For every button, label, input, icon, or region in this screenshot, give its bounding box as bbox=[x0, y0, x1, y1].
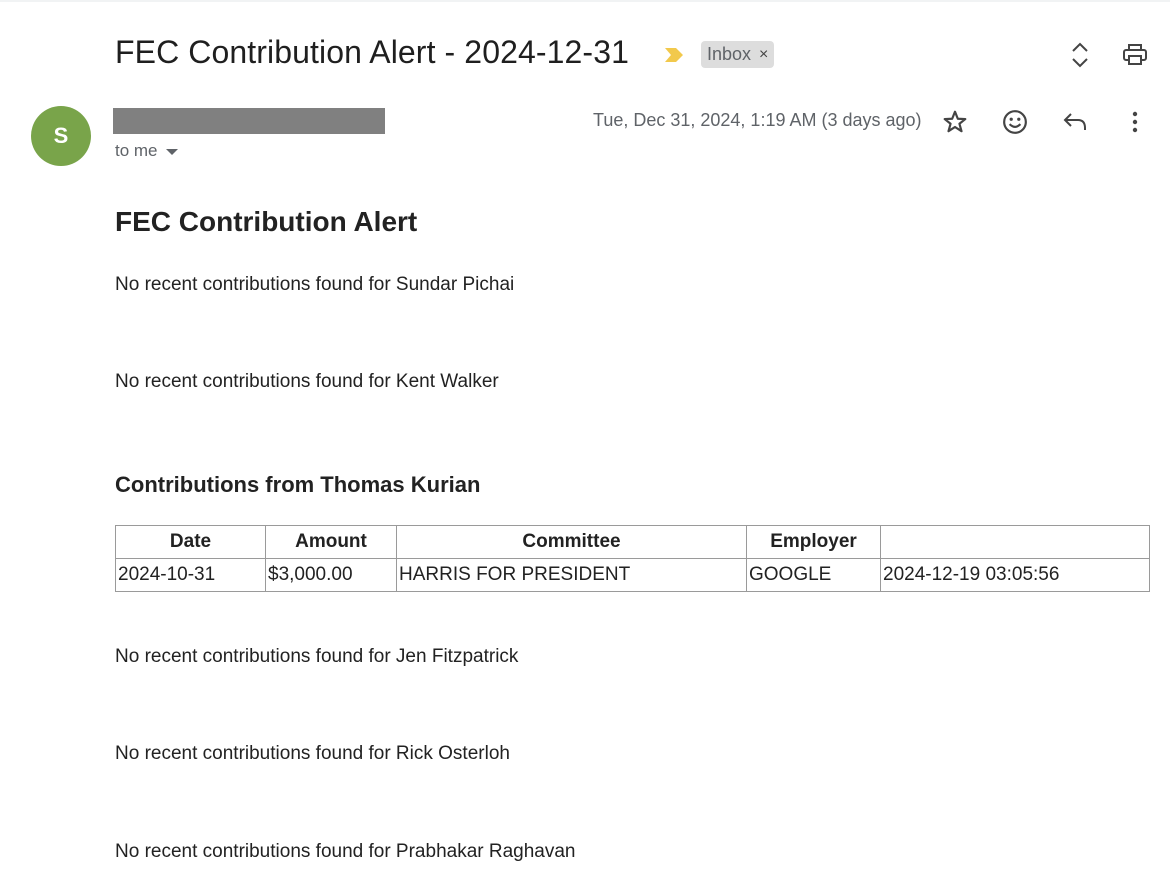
top-divider bbox=[0, 0, 1170, 2]
expand-collapse-icon[interactable] bbox=[1065, 40, 1095, 70]
remove-label-button[interactable]: × bbox=[759, 46, 768, 64]
section-heading: Contributions from Thomas Kurian bbox=[115, 472, 481, 497]
no-contrib-line: No recent contributions found for Kent W… bbox=[115, 371, 499, 392]
table-cell: $3,000.00 bbox=[265, 558, 397, 592]
inbox-label-chip: Inbox × bbox=[701, 41, 775, 68]
caret-down-icon bbox=[165, 149, 178, 155]
print-icon[interactable] bbox=[1120, 40, 1150, 70]
emoji-reaction-icon[interactable] bbox=[1000, 107, 1030, 137]
star-icon[interactable] bbox=[940, 107, 970, 137]
table-cell: HARRIS FOR PRESIDENT bbox=[396, 558, 747, 592]
sender-avatar[interactable]: S bbox=[31, 106, 91, 166]
more-vert-icon[interactable] bbox=[1120, 107, 1150, 137]
importance-marker-icon[interactable] bbox=[663, 46, 685, 64]
column-header: Committee bbox=[396, 525, 747, 559]
recipient-text: to me bbox=[115, 141, 158, 160]
no-contrib-line: No recent contributions found for Prabha… bbox=[115, 841, 576, 862]
table-header-row: Date Amount Committee Employer bbox=[115, 525, 1150, 559]
contributions-table: Date Amount Committee Employer 2024-10-3… bbox=[115, 525, 1150, 592]
email-subject: FEC Contribution Alert - 2024-12-31 bbox=[115, 34, 629, 70]
column-header: Date bbox=[115, 525, 266, 559]
table-cell: 2024-12-19 03:05:56 bbox=[880, 558, 1150, 592]
table-cell: GOOGLE bbox=[746, 558, 881, 592]
column-header: Employer bbox=[746, 525, 881, 559]
table-row: 2024-10-31 $3,000.00 HARRIS FOR PRESIDEN… bbox=[115, 558, 1150, 592]
table-cell: 2024-10-31 bbox=[115, 558, 266, 592]
no-contrib-line: No recent contributions found for Sundar… bbox=[115, 274, 515, 295]
label-text: Inbox bbox=[707, 44, 752, 64]
sender-name-redacted bbox=[113, 108, 385, 134]
no-contrib-line: No recent contributions found for Jen Fi… bbox=[115, 646, 519, 667]
reply-icon[interactable] bbox=[1060, 107, 1090, 137]
no-contrib-line: No recent contributions found for Rick O… bbox=[115, 743, 510, 764]
email-date: Tue, Dec 31, 2024, 1:19 AM (3 days ago) bbox=[593, 110, 922, 130]
column-header: Amount bbox=[265, 525, 397, 559]
recipient-details-toggle[interactable]: to me bbox=[115, 141, 178, 161]
body-heading: FEC Contribution Alert bbox=[115, 206, 418, 237]
column-header bbox=[880, 525, 1150, 559]
